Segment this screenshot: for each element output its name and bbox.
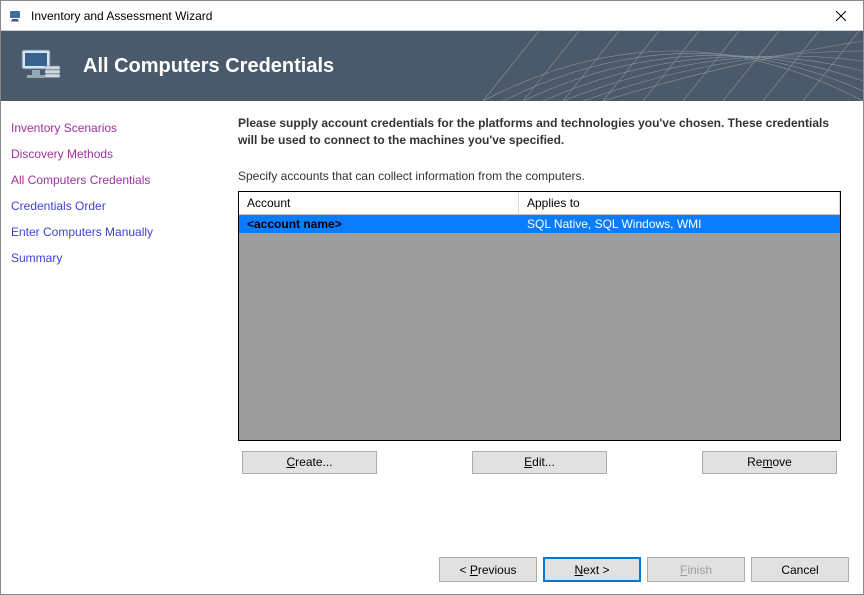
body: Inventory Scenarios Discovery Methods Al… — [1, 101, 863, 546]
sidebar-item-credentials-order[interactable]: Credentials Order — [11, 193, 206, 219]
cell-applies: SQL Native, SQL Windows, WMI — [519, 215, 840, 233]
next-button[interactable]: Next > — [543, 557, 641, 582]
main-panel: Please supply account credentials for th… — [216, 101, 863, 546]
titlebar: Inventory and Assessment Wizard — [1, 1, 863, 31]
previous-button[interactable]: < Previous — [439, 557, 537, 582]
window-title: Inventory and Assessment Wizard — [31, 9, 818, 23]
banner-pattern — [483, 31, 863, 101]
footer-buttons: < Previous Next > Finish Cancel — [1, 546, 863, 594]
grid-body[interactable]: <account name> SQL Native, SQL Windows, … — [239, 215, 840, 440]
cancel-button[interactable]: Cancel — [751, 557, 849, 582]
sidebar-item-enter-computers-manually[interactable]: Enter Computers Manually — [11, 219, 206, 245]
table-row[interactable]: <account name> SQL Native, SQL Windows, … — [239, 215, 840, 233]
wizard-window: Inventory and Assessment Wizard — [0, 0, 864, 595]
app-icon — [9, 8, 25, 24]
instructions-text: Please supply account credentials for th… — [238, 115, 841, 149]
finish-button: Finish — [647, 557, 745, 582]
sidebar-item-discovery-methods[interactable]: Discovery Methods — [11, 141, 206, 167]
banner-icon — [17, 42, 65, 90]
credentials-grid: Account Applies to <account name> SQL Na… — [238, 191, 841, 441]
sidebar-item-inventory-scenarios[interactable]: Inventory Scenarios — [11, 115, 206, 141]
sidebar-item-summary[interactable]: Summary — [11, 245, 206, 271]
grid-header-applies[interactable]: Applies to — [519, 192, 840, 214]
banner: All Computers Credentials — [1, 31, 863, 101]
grid-buttons: Create... Edit... Remove — [238, 441, 841, 474]
edit-button[interactable]: Edit... — [472, 451, 607, 474]
grid-header-account[interactable]: Account — [239, 192, 519, 214]
create-button[interactable]: Create... — [242, 451, 377, 474]
close-button[interactable] — [818, 1, 863, 30]
sidebar: Inventory Scenarios Discovery Methods Al… — [1, 101, 216, 546]
cell-account: <account name> — [239, 215, 519, 233]
sublabel-text: Specify accounts that can collect inform… — [238, 169, 841, 183]
sidebar-item-all-computers-credentials[interactable]: All Computers Credentials — [11, 167, 206, 193]
banner-title: All Computers Credentials — [83, 55, 334, 78]
remove-button[interactable]: Remove — [702, 451, 837, 474]
grid-header: Account Applies to — [239, 192, 840, 215]
